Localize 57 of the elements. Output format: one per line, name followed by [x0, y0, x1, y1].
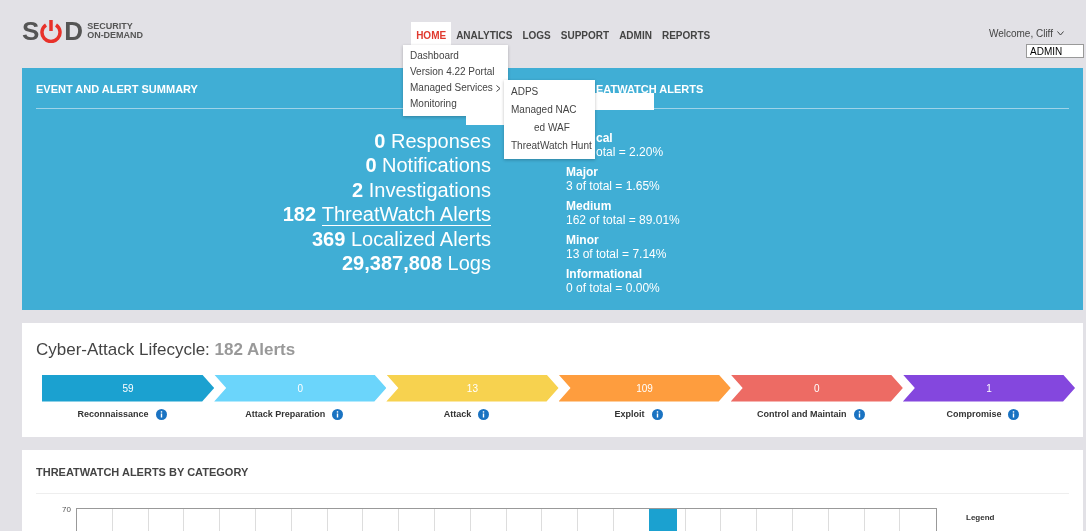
stat-line: 0 Responses [374, 130, 491, 152]
stat-line: 2 Investigations [352, 179, 491, 201]
nav-tab[interactable]: ADMIN [614, 22, 657, 49]
severity-detail: 3 of total = 1.65% [566, 178, 661, 193]
severity-name: Informational [566, 266, 643, 281]
severity-name: Major [566, 164, 599, 179]
stat-line: 29,387,808 Logs [341, 253, 491, 274]
info-icon[interactable] [853, 408, 865, 420]
menu-item[interactable]: Dashboard [403, 48, 466, 64]
menu-item[interactable]: ThreatWatch Hunt [504, 137, 595, 155]
stage-label: Attack [443, 407, 472, 421]
info-icon[interactable] [332, 408, 344, 420]
menu-item[interactable]: Monitoring [403, 96, 464, 112]
severity-detail: 13 of total = 7.14% [566, 246, 668, 261]
stat-line: 369 Localized Alerts [312, 228, 491, 250]
chevron-down-icon[interactable] [1057, 31, 1064, 36]
info-icon[interactable] [155, 408, 167, 420]
menu-item[interactable]: Version 4.22 Portal [403, 64, 502, 80]
axis-label: 70 [61, 503, 72, 516]
nav-tab[interactable]: ANALYTICS [451, 22, 518, 49]
stage-label: Control and Maintain [757, 407, 847, 421]
info-icon[interactable] [651, 408, 663, 420]
info-icon[interactable] [1008, 408, 1020, 420]
menu-item[interactable]: Managed Services [403, 80, 501, 96]
logo-text: D [64, 18, 83, 44]
section-title: EVENT AND ALERT SUMMARY [36, 82, 198, 97]
stat-line: 0 Notifications [365, 155, 491, 176]
info-icon[interactable] [478, 408, 490, 420]
section-title: EATWATCH ALERTS [595, 82, 704, 97]
stage-label: Reconnaissance [77, 407, 149, 421]
logo-text: ON-DEMAND [87, 31, 144, 40]
menu-item[interactable]: Managed NAC [504, 101, 595, 119]
severity-name: cal [596, 130, 614, 145]
nav-tab[interactable]: LOGS [517, 22, 556, 49]
stage-label: Compromise [946, 407, 1002, 421]
nav-tab[interactable]: SUPPORT [555, 22, 615, 49]
chevron-right-icon [495, 84, 501, 92]
welcome-text[interactable]: Welcome, Cliff [988, 26, 1053, 41]
severity-name: Medium [566, 198, 613, 213]
role-field[interactable]: ADMIN [1026, 44, 1084, 58]
alert-count: 182 Alerts [214, 340, 296, 359]
severity-detail: 162 of total = 89.01% [566, 212, 681, 227]
stage-label: Exploit [614, 407, 645, 421]
menu-item[interactable]: ADPS [504, 83, 595, 101]
severity-detail: 0 of total = 0.00% [566, 280, 661, 295]
nav-tab[interactable]: REPORTS [656, 22, 716, 49]
section-title: THREATWATCH ALERTS BY CATEGORY [36, 464, 1069, 494]
power-icon [40, 19, 63, 43]
lifecycle-title: Cyber-Attack Lifecycle: [36, 340, 210, 359]
legend-title: Legend [966, 511, 995, 524]
stage-label: Attack Preparation [245, 407, 326, 421]
stage-bar[interactable]: 1 [902, 374, 1076, 402]
severity-name: Minor [566, 232, 600, 247]
menu-item[interactable]: ed WAF [504, 119, 595, 137]
logo-text: S [22, 18, 39, 44]
logo-text: SECURITY [87, 22, 134, 31]
severity-detail: otal = 2.20% [596, 144, 665, 159]
